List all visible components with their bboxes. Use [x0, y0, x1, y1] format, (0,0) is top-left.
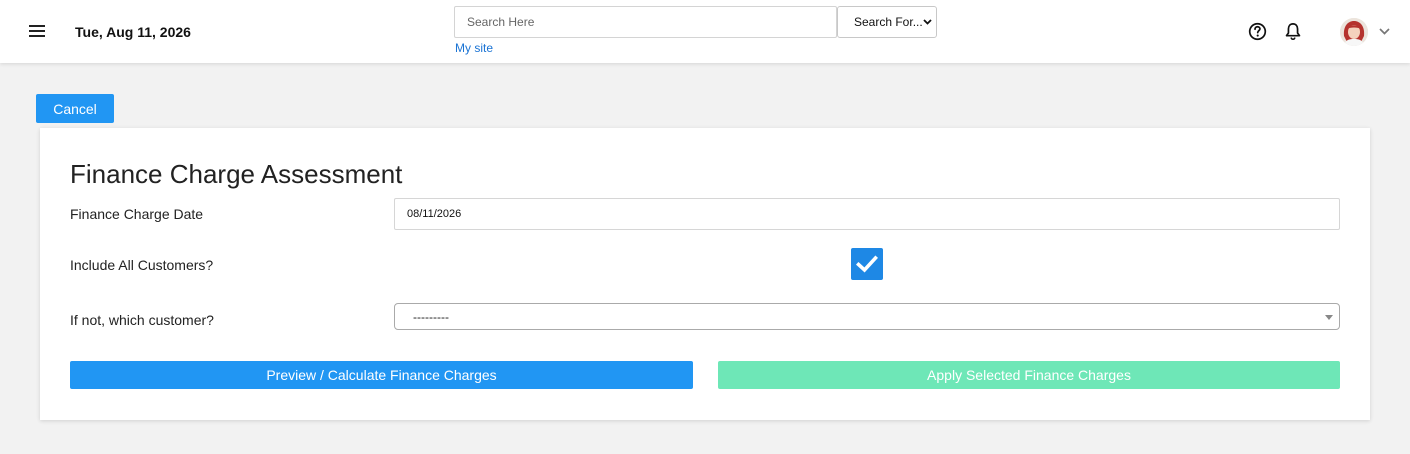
chevron-down-icon [923, 19, 932, 25]
search-scope-label: Search For... [854, 15, 923, 29]
include-all-customers-label: Include All Customers? [70, 257, 214, 273]
cancel-button[interactable]: Cancel [36, 94, 114, 123]
finance-charge-date-label: Finance Charge Date [70, 206, 204, 222]
include-all-customers-checkbox[interactable] [851, 248, 883, 280]
chevron-down-icon[interactable] [1378, 26, 1391, 36]
preview-calculate-button[interactable]: Preview / Calculate Finance Charges [70, 361, 693, 389]
top-navbar: Tue, Aug 11, 2026 Search For... My site [0, 0, 1410, 63]
search-scope-select[interactable]: Search For... [837, 6, 937, 38]
apply-finance-charges-button[interactable]: Apply Selected Finance Charges [718, 361, 1340, 389]
page-title: Finance Charge Assessment [70, 159, 403, 189]
which-customer-label: If not, which customer? [70, 312, 214, 328]
help-icon[interactable] [1248, 22, 1267, 41]
avatar[interactable] [1340, 18, 1368, 46]
menu-icon[interactable] [26, 21, 48, 41]
bell-icon[interactable] [1284, 22, 1302, 41]
current-date: Tue, Aug 11, 2026 [75, 24, 191, 40]
search-input[interactable] [454, 6, 837, 38]
finance-charge-date-input[interactable] [394, 198, 1340, 230]
my-site-link[interactable]: My site [455, 41, 493, 55]
customer-select-value: --------- [413, 309, 449, 324]
customer-select[interactable]: --------- [394, 303, 1340, 330]
dropdown-arrow-icon [1325, 315, 1333, 320]
checkmark-icon [856, 255, 878, 273]
finance-charge-form: Finance Charge Assessment Finance Charge… [40, 128, 1370, 420]
